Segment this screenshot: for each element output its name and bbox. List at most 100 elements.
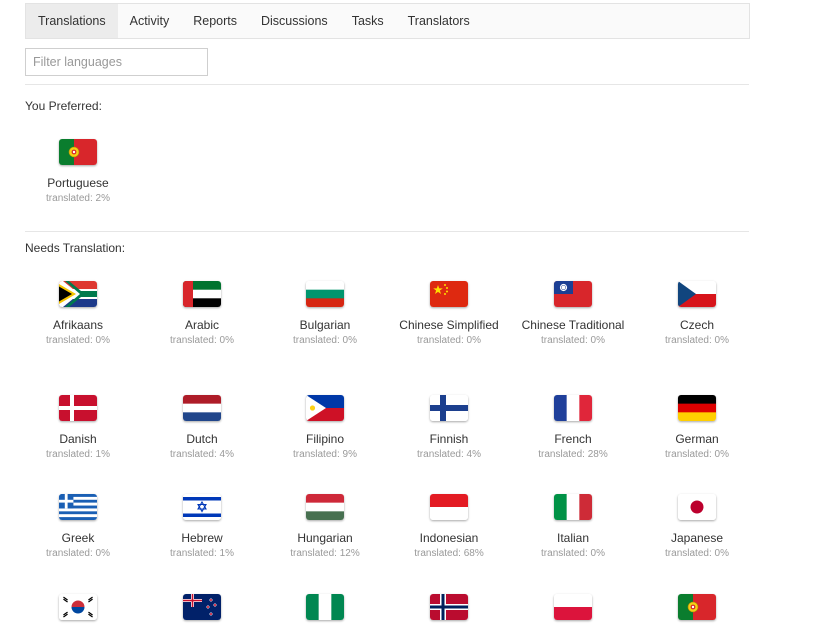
new-zealand-flag-icon [183,594,221,620]
language-item[interactable]: Hungarian translated: 12% [263,494,387,561]
divider [25,84,749,85]
language-item[interactable]: Portuguese translated: 2% [16,139,140,206]
language-name: Filipino [305,432,344,446]
netherlands-flag-icon [183,395,221,421]
south-korea-flag-icon [59,594,97,620]
preferred-section-title: You Preferred: [25,99,102,113]
language-item[interactable]: Japanese translated: 0% [635,494,759,561]
translation-status: translated: 0% [541,548,605,559]
language-name: Indonesian [419,531,479,545]
language-name: Greek [61,531,95,545]
translation-status: translated: 1% [170,548,234,559]
language-name: Afrikaans [52,318,104,332]
tab-activity[interactable]: Activity [118,4,182,38]
language-name: Arabic [184,318,219,332]
norway-flag-icon [430,594,468,620]
language-item[interactable]: Indonesian translated: 68% [387,494,511,561]
language-name: Portuguese [47,176,109,190]
language-item[interactable]: Italian translated: 0% [511,494,635,561]
japan-flag-icon [678,494,716,520]
language-name: French [554,432,592,446]
language-item[interactable] [263,594,387,620]
translation-status: translated: 0% [665,548,729,559]
finland-flag-icon [430,395,468,421]
language-name: Chinese Simplified [399,318,499,332]
denmark-flag-icon [59,395,97,421]
nigeria-flag-icon [306,594,344,620]
tab-discussions[interactable]: Discussions [249,4,340,38]
language-item[interactable]: Hebrew translated: 1% [140,494,264,561]
hungary-flag-icon [306,494,344,520]
language-item[interactable]: Danish translated: 1% [16,395,140,462]
language-item[interactable]: Chinese Simplified translated: 0% [387,281,511,348]
france-flag-icon [554,395,592,421]
taiwan-flag-icon [554,281,592,307]
portugal-flag-icon [59,139,97,165]
tab-bar: Translations Activity Reports Discussion… [25,3,750,39]
language-name: Hungarian [297,531,353,545]
uae-flag-icon [183,281,221,307]
israel-flag-icon [183,494,221,520]
translation-status: translated: 0% [293,335,357,346]
language-item[interactable] [511,594,635,620]
language-item[interactable]: Finnish translated: 4% [387,395,511,462]
philippines-flag-icon [306,395,344,421]
tab-tasks[interactable]: Tasks [340,4,396,38]
language-item[interactable] [387,594,511,620]
bulgaria-flag-icon [306,281,344,307]
translation-status: translated: 0% [46,548,110,559]
translation-status: translated: 0% [170,335,234,346]
language-item[interactable]: German translated: 0% [635,395,759,462]
tab-translators[interactable]: Translators [396,4,482,38]
needs-translation-section-title: Needs Translation: [25,241,126,255]
translation-status: translated: 0% [665,335,729,346]
translation-status: translated: 68% [414,548,484,559]
language-name: German [675,432,719,446]
language-name: Czech [679,318,714,332]
language-name: Chinese Traditional [521,318,625,332]
language-item[interactable]: French translated: 28% [511,395,635,462]
translation-status: translated: 4% [417,449,481,460]
language-item[interactable]: Filipino translated: 9% [263,395,387,462]
language-name: Italian [556,531,590,545]
language-item[interactable] [16,594,140,620]
china-flag-icon [430,281,468,307]
greece-flag-icon [59,494,97,520]
south-africa-flag-icon [59,281,97,307]
germany-flag-icon [678,395,716,421]
translation-status: translated: 0% [46,335,110,346]
poland-flag-icon [554,594,592,620]
language-name: Danish [59,432,97,446]
filter-languages-input[interactable] [25,48,208,76]
language-item[interactable]: Arabic translated: 0% [140,281,264,348]
language-item[interactable]: Bulgarian translated: 0% [263,281,387,348]
czech-flag-icon [678,281,716,307]
translation-status: translated: 28% [538,449,608,460]
tab-reports[interactable]: Reports [181,4,249,38]
language-name: Dutch [186,432,218,446]
language-name: Hebrew [181,531,223,545]
translation-status: translated: 12% [290,548,360,559]
language-item[interactable]: Afrikaans translated: 0% [16,281,140,348]
translation-status: translated: 0% [541,335,605,346]
italy-flag-icon [554,494,592,520]
language-name: Bulgarian [299,318,351,332]
translation-status: translated: 0% [665,449,729,460]
translation-status: translated: 4% [170,449,234,460]
language-item[interactable] [635,594,759,620]
language-item[interactable]: Greek translated: 0% [16,494,140,561]
translation-status: translated: 1% [46,449,110,460]
language-item[interactable]: Czech translated: 0% [635,281,759,348]
divider [25,231,749,232]
language-item[interactable]: Chinese Traditional translated: 0% [511,281,635,348]
language-item[interactable] [140,594,264,620]
translation-status: translated: 2% [46,193,110,204]
translation-status: translated: 9% [293,449,357,460]
language-name: Japanese [670,531,724,545]
tab-translations[interactable]: Translations [26,4,118,38]
language-name: Finnish [429,432,469,446]
language-item[interactable]: Dutch translated: 4% [140,395,264,462]
portugal-flag-icon [678,594,716,620]
indonesia-flag-icon [430,494,468,520]
translation-status: translated: 0% [417,335,481,346]
